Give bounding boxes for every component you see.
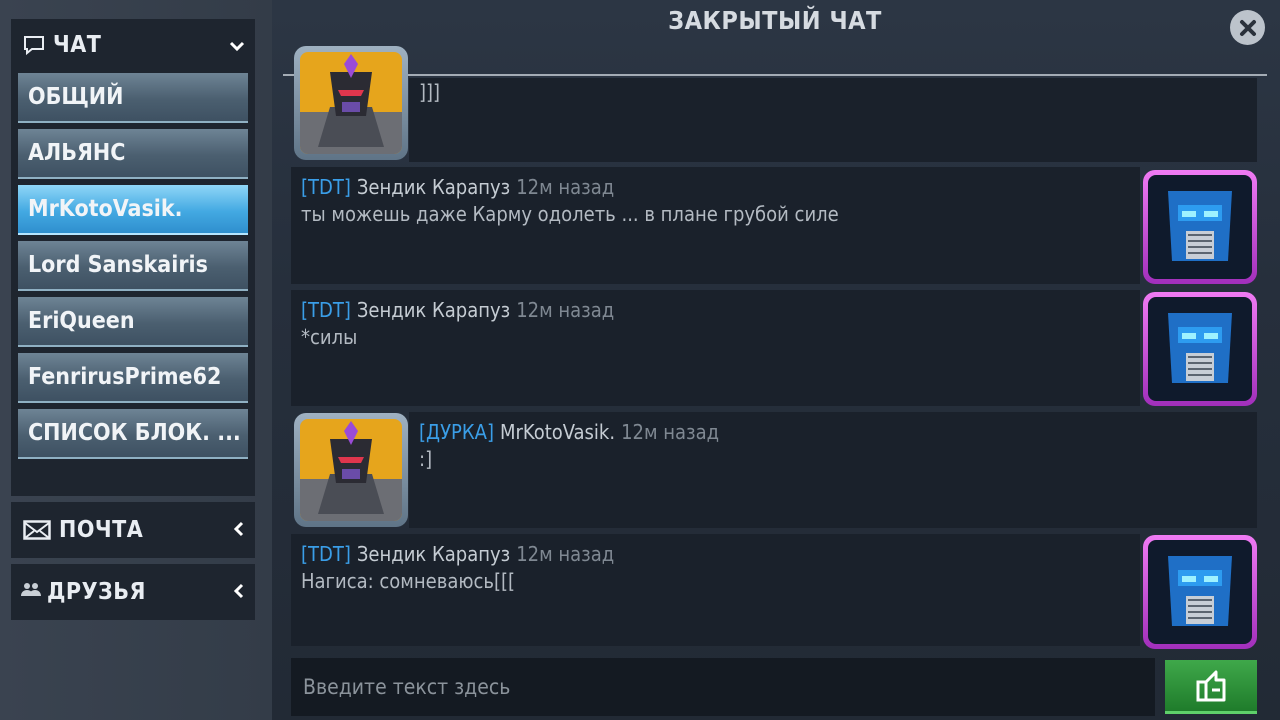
robot-portrait-blue-icon [1148,297,1252,401]
close-icon [1239,19,1256,36]
close-button[interactable] [1230,10,1265,45]
message-text: :] [419,447,433,471]
chat-item-label: Lord Sanskairis [28,252,208,278]
message-meta: [TDT] Зендик Карапуз 12м назад [301,298,614,322]
people-icon [21,581,41,603]
message-time: 12м назад [516,542,615,566]
chat-panel: ЧАТ ОБЩИЙ АЛЬЯНС MrKotoVasik. Lord Sansk… [11,19,255,496]
chat-item-block-list[interactable]: СПИСОК БЛОК. ... [18,409,248,459]
app-root: ЧАТ ОБЩИЙ АЛЬЯНС MrKotoVasik. Lord Sansk… [0,0,1280,720]
mail-panel-header[interactable]: ПОЧТА [11,502,255,558]
robot-portrait-blue-icon [1148,175,1252,279]
friends-panel[interactable]: ДРУЗЬЯ [11,564,255,620]
chat-message: [TDT] Зендик Карапуз 12м назад ты можешь д… [291,167,1140,284]
message-time: 12м назад [621,420,720,444]
avatar[interactable] [1143,170,1257,284]
chevron-left-icon[interactable] [233,580,245,604]
friends-panel-header[interactable]: ДРУЗЬЯ [11,564,255,620]
message-time: 12м назад [516,298,615,322]
mail-panel[interactable]: ПОЧТА [11,502,255,558]
chat-panel-header[interactable]: ЧАТ [11,19,255,71]
chat-item-label: ОБЩИЙ [28,84,124,110]
message-author[interactable]: Зендик Карапуз [357,542,510,566]
clan-tag[interactable]: [ДУРКА] [419,420,494,444]
avatar[interactable] [1143,535,1257,649]
clan-tag[interactable]: [TDT] [301,298,351,322]
message-time: 12м назад [516,175,615,199]
message-meta: [ДУРКА] MrKotoVasik. 12м назад [419,420,719,444]
chat-message: [TDT] Зендик Карапуз 12м назад Нагиса: сом… [291,534,1140,646]
message-text: ]]] [419,80,441,104]
chat-message: [ДУРКА] MrKotoVasik. 12м назад :] [409,412,1257,528]
chat-message: [TDT] Зендик Карапуз 12м назад *силы [291,290,1140,406]
avatar[interactable] [294,413,408,527]
avatar[interactable] [1143,292,1257,406]
chat-item-label: АЛЬЯНС [28,140,126,166]
chat-item-mrkotovasik[interactable]: MrKotoVasik. [18,185,248,235]
send-button[interactable] [1165,660,1257,714]
friends-panel-title: ДРУЗЬЯ [47,579,146,605]
message-text: ты можешь даже Карму одолеть ... в плане… [301,202,839,226]
sidebar: ЧАТ ОБЩИЙ АЛЬЯНС MrKotoVasik. Lord Sansk… [0,0,272,720]
clan-tag[interactable]: [TDT] [301,542,351,566]
robot-portrait-gold-icon [300,52,402,154]
message-meta: [TDT] Зендик Карапуз 12м назад [301,542,614,566]
chat-item-label: FenrirusPrime62 [28,364,222,390]
page-title: ЗАКРЫТЫЙ ЧАТ [668,6,882,35]
chat-item-alliance[interactable]: АЛЬЯНС [18,129,248,179]
avatar[interactable] [294,46,408,160]
chat-message: ]]] [409,78,1257,162]
mail-panel-title: ПОЧТА [59,517,144,543]
chat-item-lord-sanskairis[interactable]: Lord Sanskairis [18,241,248,291]
clan-tag[interactable]: [TDT] [301,175,351,199]
header-divider [283,74,1267,76]
message-input[interactable] [291,658,1155,716]
chat-item-label: СПИСОК БЛОК. ... [28,420,241,446]
message-text: *силы [301,325,358,349]
message-author[interactable]: MrKotoVasik. [500,420,615,444]
chat-bubble-icon [23,34,45,56]
envelope-icon [23,519,51,541]
robot-portrait-blue-icon [1148,540,1252,644]
chat-item-label: EriQueen [28,308,135,334]
message-input-box[interactable] [291,658,1155,716]
chat-item-general[interactable]: ОБЩИЙ [18,73,248,123]
message-meta: [TDT] Зендик Карапуз 12м назад [301,175,614,199]
chat-item-eriqueen[interactable]: EriQueen [18,297,248,347]
chat-item-label: MrKotoVasik. [28,196,183,222]
chevron-left-icon[interactable] [233,518,245,542]
chevron-down-icon[interactable] [229,33,245,57]
message-author[interactable]: Зендик Карапуз [357,298,510,322]
chat-panel-title: ЧАТ [53,32,102,58]
robot-portrait-gold-icon [300,419,402,521]
chat-item-fenrirusprime62[interactable]: FenrirusPrime62 [18,353,248,403]
message-text: Нагиса: сомневаюсь[[[ [301,569,516,593]
message-author[interactable]: Зендик Карапуз [357,175,510,199]
send-share-icon [1196,670,1226,701]
